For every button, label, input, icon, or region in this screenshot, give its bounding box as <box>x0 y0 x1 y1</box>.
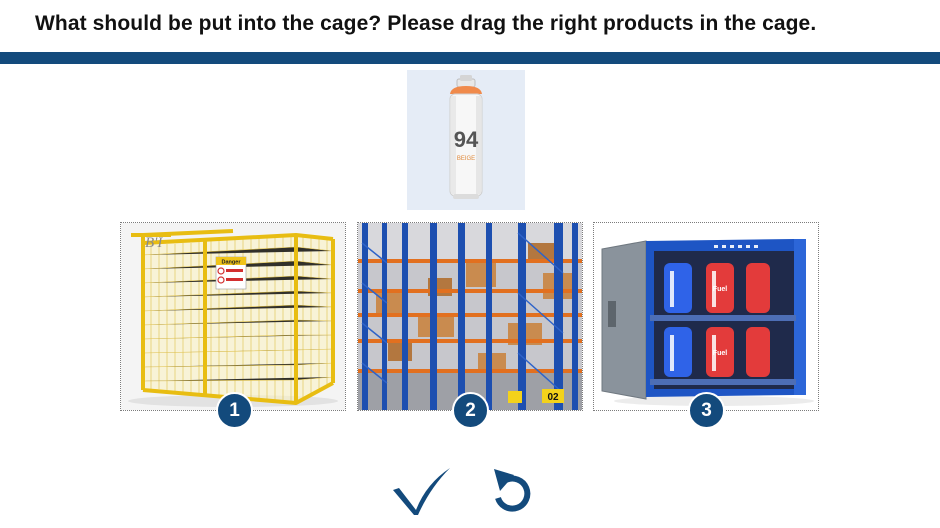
warehouse-racking-image: 02 <box>358 223 582 410</box>
option-badge-1: 1 <box>216 392 253 429</box>
question-text: What should be put into the cage? Please… <box>35 12 817 35</box>
spray-can-number: 94 <box>454 127 479 152</box>
svg-text:Fuel: Fuel <box>713 350 727 357</box>
spray-can-label: BEIGE <box>457 156 475 162</box>
checkmark-icon <box>393 468 450 515</box>
submit-button[interactable] <box>390 466 452 516</box>
svg-text:B'I: B'I <box>145 235 163 251</box>
danger-sign-text: Danger <box>222 260 242 266</box>
header-divider <box>0 52 940 64</box>
rack-label-text: 02 <box>547 392 559 403</box>
draggable-product-spray-can[interactable]: 94 BEIGE <box>407 70 525 210</box>
drop-target-cage-1[interactable]: Danger B'I <box>120 222 346 411</box>
option-badge-3: 3 <box>688 392 725 429</box>
option-badge-2: 2 <box>452 392 489 429</box>
cylinder-label-text: Fuel <box>713 286 727 293</box>
undo-icon <box>494 469 531 512</box>
spray-can-image: 94 BEIGE <box>449 75 483 199</box>
drop-target-cabinet-3[interactable]: Fuel Fuel <box>593 222 819 411</box>
drop-target-racking-2[interactable]: 02 <box>357 222 583 411</box>
blue-cabinet-image: Fuel Fuel <box>594 223 818 410</box>
yellow-cage-image: Danger B'I <box>121 223 345 410</box>
reset-button[interactable] <box>489 465 535 515</box>
